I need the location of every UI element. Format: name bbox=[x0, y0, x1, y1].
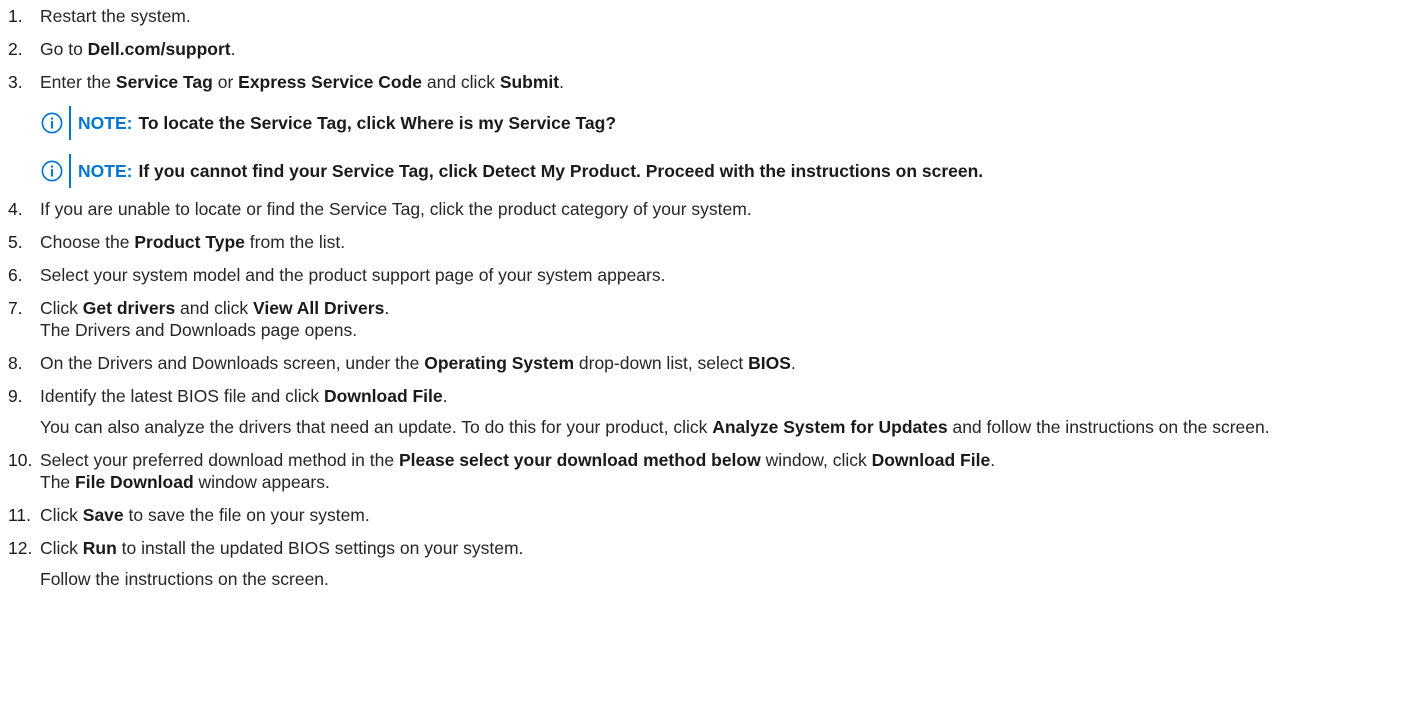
operating-system-term: Operating System bbox=[424, 353, 575, 373]
step-text: Restart the system. bbox=[40, 6, 191, 26]
step-text: . bbox=[990, 450, 996, 470]
paragraph-text: and follow the instructions on the scree… bbox=[947, 417, 1270, 437]
note-divider bbox=[69, 154, 71, 188]
procedure-document: 1. Restart the system. 2. Go to Dell.com… bbox=[0, 0, 1404, 590]
step-text: drop-down list, select bbox=[574, 353, 749, 373]
step-6: 6. Select your system model and the prod… bbox=[8, 264, 1404, 286]
step-text: Click bbox=[40, 505, 83, 525]
express-service-code-term: Express Service Code bbox=[238, 72, 422, 92]
note-text: If you cannot find your Service Tag, cli… bbox=[138, 161, 984, 181]
step-number: 9. bbox=[8, 386, 23, 406]
step-text: Go to bbox=[40, 39, 88, 59]
step-number: 2. bbox=[8, 39, 23, 59]
step-number: 8. bbox=[8, 353, 23, 373]
step-text: On the Drivers and Downloads screen, und… bbox=[40, 353, 425, 373]
step-text: Click bbox=[40, 298, 83, 318]
product-type-term: Product Type bbox=[134, 232, 245, 252]
step-12: 12. Click Run to install the updated BIO… bbox=[8, 537, 1404, 590]
file-download-term: File Download bbox=[75, 472, 194, 492]
step-3: 3. Enter the Service Tag or Express Serv… bbox=[8, 71, 1404, 188]
note-detect-product: NOTE: If you cannot find your Service Ta… bbox=[40, 154, 1404, 188]
step-10: 10. Select your preferred download metho… bbox=[8, 449, 1404, 493]
info-circle-icon bbox=[41, 160, 63, 182]
step-5: 5. Choose the Product Type from the list… bbox=[8, 231, 1404, 253]
step-text: Click bbox=[40, 538, 83, 558]
step-result: The File Download window appears. bbox=[40, 471, 1404, 493]
get-drivers-term: Get drivers bbox=[82, 298, 176, 318]
download-file-term: Download File bbox=[324, 386, 443, 406]
step-text: . bbox=[384, 298, 390, 318]
result-text: The bbox=[40, 472, 76, 492]
paragraph-text: You can also analyze the drivers that ne… bbox=[40, 417, 713, 437]
step-text: If you are unable to locate or find the … bbox=[40, 199, 752, 219]
step-8: 8. On the Drivers and Downloads screen, … bbox=[8, 352, 1404, 374]
save-term: Save bbox=[82, 505, 124, 525]
info-circle-icon bbox=[41, 112, 63, 134]
result-text: window appears. bbox=[193, 472, 330, 492]
step-result: The Drivers and Downloads page opens. bbox=[40, 320, 358, 340]
step-number: 4. bbox=[8, 199, 23, 219]
step-text: Identify the latest BIOS file and click bbox=[40, 386, 325, 406]
download-file-term: Download File bbox=[871, 450, 991, 470]
step-number: 12. bbox=[8, 538, 33, 558]
step-text: Enter the bbox=[40, 72, 116, 92]
analyze-system-term: Analyze System for Updates bbox=[712, 417, 948, 437]
step-text: Choose the bbox=[40, 232, 135, 252]
step-text: window, click bbox=[760, 450, 872, 470]
note-label: NOTE: bbox=[78, 161, 133, 181]
step-paragraph: Follow the instructions on the screen. bbox=[40, 569, 329, 589]
step-text: and click bbox=[422, 72, 500, 92]
step-number: 3. bbox=[8, 72, 23, 92]
step-text: . bbox=[559, 72, 564, 92]
service-tag-term: Service Tag bbox=[115, 72, 213, 92]
step-text: or bbox=[212, 72, 239, 92]
step-text: and click bbox=[175, 298, 253, 318]
step-number: 5. bbox=[8, 232, 23, 252]
step-text: Select your system model and the product… bbox=[40, 265, 666, 285]
step-11: 11. Click Save to save the file on your … bbox=[8, 504, 1404, 526]
support-site-link-text: Dell.com/support bbox=[87, 39, 231, 59]
note-text: To locate the Service Tag, click Where i… bbox=[138, 113, 617, 133]
view-all-drivers-term: View All Drivers bbox=[253, 298, 385, 318]
step-text: Select your preferred download method in… bbox=[40, 450, 399, 470]
step-paragraph: You can also analyze the drivers that ne… bbox=[40, 416, 1404, 438]
step-4: 4. If you are unable to locate or find t… bbox=[8, 198, 1404, 220]
step-text: . bbox=[790, 353, 796, 373]
step-number: 7. bbox=[8, 298, 23, 318]
run-term: Run bbox=[82, 538, 117, 558]
step-text: from the list. bbox=[244, 232, 346, 252]
step-7: 7. Click Get drivers and click View All … bbox=[8, 297, 1404, 341]
download-method-term: Please select your download method below bbox=[398, 450, 761, 470]
submit-term: Submit bbox=[499, 72, 560, 92]
bios-term: BIOS bbox=[748, 353, 791, 373]
step-9: 9. Identify the latest BIOS file and cli… bbox=[8, 385, 1404, 438]
step-2: 2. Go to Dell.com/support. bbox=[8, 38, 1404, 60]
step-text: . bbox=[442, 386, 448, 406]
step-text: . bbox=[230, 39, 236, 59]
note-locate-service-tag: NOTE: To locate the Service Tag, click W… bbox=[40, 106, 1404, 140]
step-text: to save the file on your system. bbox=[123, 505, 370, 525]
step-number: 11. bbox=[8, 505, 32, 525]
step-text: to install the updated BIOS settings on … bbox=[116, 538, 524, 558]
step-number: 1. bbox=[8, 6, 23, 26]
note-label: NOTE: bbox=[78, 113, 133, 133]
step-1: 1. Restart the system. bbox=[8, 5, 1404, 27]
step-number: 10. bbox=[8, 450, 33, 470]
note-divider bbox=[69, 106, 71, 140]
step-number: 6. bbox=[8, 265, 23, 285]
